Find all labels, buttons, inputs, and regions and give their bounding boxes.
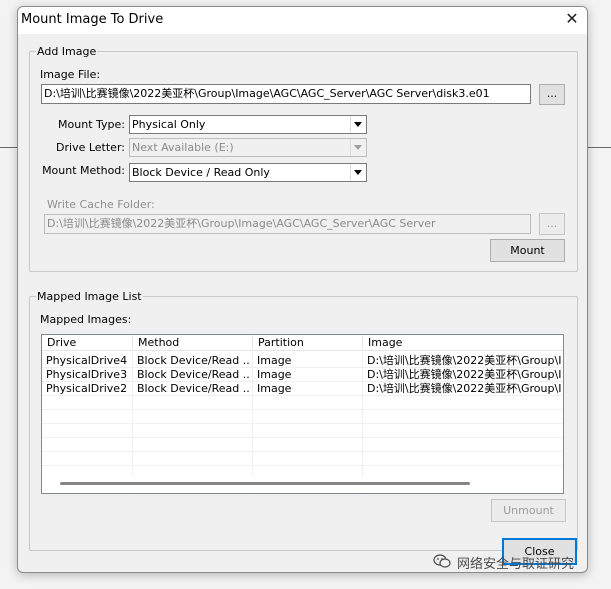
cell-method: Block Device/Read ... (137, 354, 249, 367)
unmount-button[interactable]: Unmount (491, 499, 566, 522)
cell-partition: Image (257, 368, 292, 381)
mount-method-value: Block Device / Read Only (132, 166, 270, 179)
close-icon[interactable]: ✕ (563, 10, 581, 28)
mount-type-select[interactable]: Physical Only (129, 115, 367, 134)
chevron-down-icon[interactable] (350, 139, 366, 156)
drive-letter-select[interactable]: Next Available (E:) (129, 138, 367, 157)
cell-partition: Image (257, 382, 292, 395)
column-header-drive[interactable]: Drive (42, 335, 133, 351)
mount-type-label: Mount Type: (58, 118, 125, 131)
scrollbar-thumb[interactable] (60, 482, 470, 485)
mount-method-label: Mount Method: (42, 164, 125, 177)
browse-image-button[interactable]: ... (539, 84, 565, 105)
cell-image: D:\培训\比赛镜像\2022美亚杯\Group\I (367, 382, 562, 395)
mapped-images-label: Mapped Images: (40, 313, 132, 326)
cell-method: Block Device/Read ... (137, 368, 249, 381)
browse-cache-button[interactable]: ... (539, 213, 565, 235)
column-header-method[interactable]: Method (133, 335, 253, 351)
mount-type-value: Physical Only (132, 118, 206, 131)
drive-letter-value: Next Available (E:) (132, 141, 234, 154)
write-cache-label: Write Cache Folder: (47, 198, 155, 211)
image-file-label: Image File: (40, 68, 101, 81)
cell-image: D:\培训\比赛镜像\2022美亚杯\Group\I (367, 368, 562, 381)
cell-drive: PhysicalDrive3 (46, 368, 128, 381)
mount-image-dialog: Mount Image To Drive ✕ Add Image Image F… (17, 6, 588, 573)
add-image-group: Add Image (29, 45, 578, 272)
write-cache-input[interactable]: D:\培训\比赛镜像\2022美亚杯\Group\Image\AGC\AGC_S… (44, 214, 531, 234)
table-row[interactable]: PhysicalDrive3 Block Device/Read ... Ima… (42, 368, 563, 382)
table-row[interactable]: PhysicalDrive4 Block Device/Read ... Ima… (42, 354, 563, 368)
background-line-left (0, 147, 17, 148)
grid-line (42, 451, 563, 452)
mapped-image-legend: Mapped Image List (37, 290, 142, 303)
list-header: Drive Method Partition Image (42, 335, 563, 352)
background-line-right (587, 147, 611, 148)
drive-letter-label: Drive Letter: (56, 141, 125, 154)
cell-drive: PhysicalDrive4 (46, 354, 128, 367)
chevron-down-icon[interactable] (350, 164, 366, 181)
grid-line (42, 465, 563, 466)
watermark-text: 网络安全与取证研究 (457, 557, 575, 572)
column-header-image[interactable]: Image (363, 335, 563, 351)
table-row[interactable]: PhysicalDrive2 Block Device/Read ... Ima… (42, 382, 563, 396)
chevron-down-icon[interactable] (350, 116, 366, 133)
grid-line (42, 423, 563, 424)
column-header-partition[interactable]: Partition (253, 335, 363, 351)
grid-line (42, 409, 563, 410)
image-file-input[interactable]: D:\培训\比赛镜像\2022美亚杯\Group\Image\AGC\AGC_S… (41, 84, 531, 104)
window-title: Mount Image To Drive (21, 12, 164, 27)
cell-method: Block Device/Read ... (137, 382, 249, 395)
horizontal-scrollbar[interactable] (43, 476, 562, 492)
cell-partition: Image (257, 354, 292, 367)
cell-drive: PhysicalDrive2 (46, 382, 128, 395)
wechat-icon (433, 554, 451, 568)
mapped-images-list[interactable]: Drive Method Partition Image PhysicalDri… (41, 334, 564, 494)
grid-line (42, 437, 563, 438)
add-image-legend: Add Image (37, 45, 97, 58)
mount-button[interactable]: Mount (490, 239, 565, 262)
cell-image: D:\培训\比赛镜像\2022美亚杯\Group\I (367, 354, 562, 367)
title-bar: Mount Image To Drive ✕ (18, 7, 587, 34)
mount-method-select[interactable]: Block Device / Read Only (129, 163, 367, 182)
